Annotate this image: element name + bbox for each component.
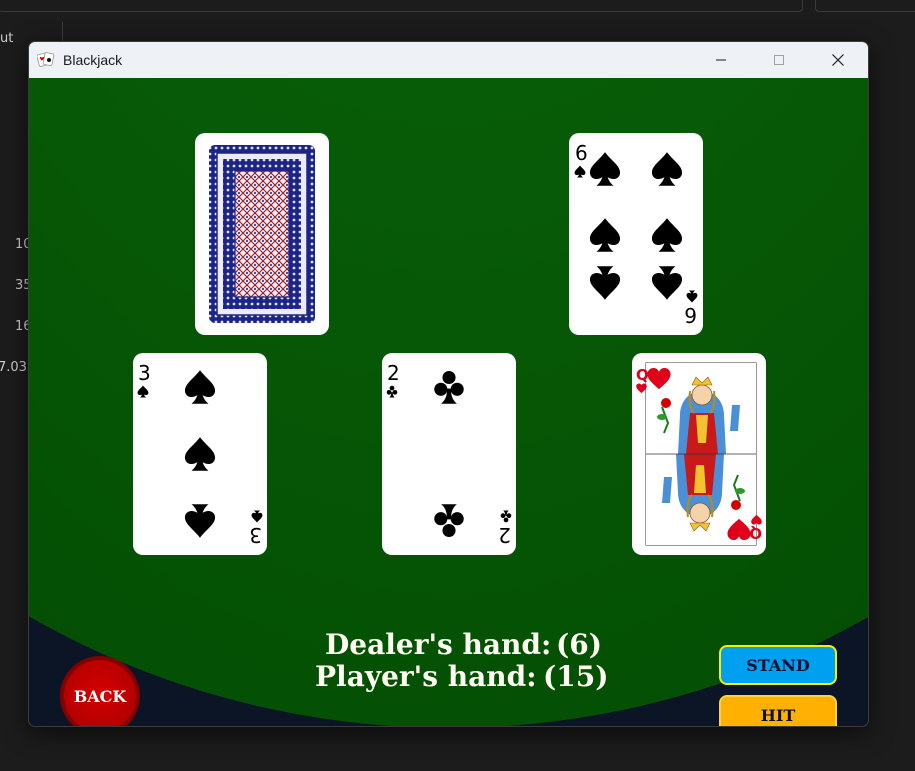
card-rank: Q — [636, 366, 649, 384]
back-button[interactable]: BACK — [60, 656, 140, 726]
player-card-queen-hearts: Q Q — [632, 353, 766, 555]
back-button-label: BACK — [73, 686, 127, 706]
background-divider — [62, 22, 63, 42]
cards-app-icon — [36, 51, 55, 69]
background-panel — [815, 0, 915, 12]
svg-text:3: 3 — [249, 523, 262, 547]
player-hand-value: (15) — [543, 660, 609, 693]
dealer-hand-value: (6) — [556, 628, 602, 661]
minimize-icon — [716, 59, 726, 61]
background-app-bar — [0, 0, 915, 12]
svg-text:2: 2 — [498, 523, 511, 547]
close-button[interactable] — [815, 42, 861, 78]
hit-button[interactable]: HIT — [719, 695, 837, 726]
stand-button[interactable]: STAND — [719, 645, 837, 685]
window-title: Blackjack — [63, 52, 123, 68]
minimize-button[interactable] — [698, 42, 744, 78]
close-icon — [832, 54, 844, 66]
svg-text:Q: Q — [749, 524, 762, 542]
blackjack-table: 6 6 3 3 2 2 Q Q Dealer's hand: (6) Playe… — [29, 78, 868, 726]
card-rank: 2 — [387, 361, 400, 385]
dealer-hand-label: Dealer's hand: — [325, 628, 552, 661]
blackjack-window: Blackjack 6 6 3 3 2 2 Q Q Dealer's hand:… — [28, 41, 869, 727]
card-rank: 3 — [138, 361, 151, 385]
stand-button-label: STAND — [746, 655, 810, 675]
maximize-icon — [774, 55, 784, 65]
hit-button-label: HIT — [760, 705, 796, 725]
dealer-card-6-spades: 6 6 — [569, 133, 703, 335]
maximize-button[interactable] — [756, 42, 802, 78]
player-card-3-spades: 3 3 — [133, 353, 267, 555]
background-panel — [0, 0, 803, 12]
dealer-card-face-down — [195, 133, 329, 335]
title-bar[interactable]: Blackjack — [29, 42, 868, 78]
card-rank: 6 — [575, 141, 588, 165]
svg-text:6: 6 — [684, 303, 697, 327]
player-hand-label: Player's hand: — [315, 660, 537, 693]
player-card-2-clubs: 2 2 — [382, 353, 516, 555]
background-text: ut — [0, 31, 14, 46]
